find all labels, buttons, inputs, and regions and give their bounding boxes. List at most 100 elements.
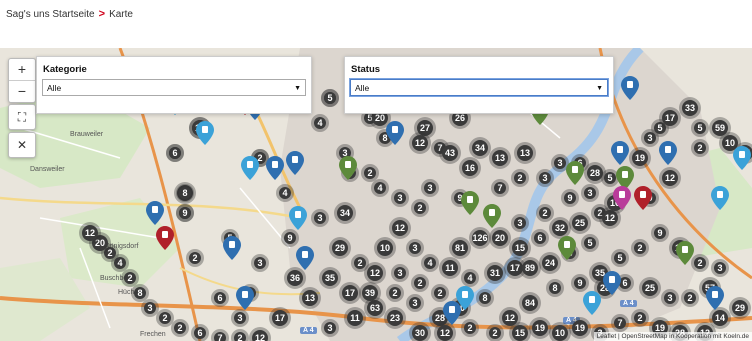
marker-cluster[interactable]: 15 (509, 237, 531, 259)
marker-cluster[interactable]: 17 (659, 107, 681, 129)
location-pin-icon[interactable] (676, 241, 694, 265)
location-pin-icon[interactable] (146, 201, 164, 225)
marker-cluster[interactable]: 3 (311, 209, 329, 227)
marker-cluster[interactable]: 2 (431, 284, 449, 302)
marker-cluster[interactable]: 12 (364, 262, 386, 284)
marker-cluster[interactable]: 6 (191, 324, 209, 341)
marker-cluster[interactable]: 10 (549, 322, 571, 341)
marker-cluster[interactable]: 126 (469, 227, 491, 249)
marker-cluster[interactable]: 8 (176, 184, 194, 202)
marker-cluster[interactable]: 3 (141, 299, 159, 317)
marker-cluster[interactable]: 29 (729, 297, 751, 319)
marker-cluster[interactable]: 3 (511, 214, 529, 232)
marker-cluster[interactable]: 39 (359, 282, 381, 304)
location-pin-icon[interactable] (286, 151, 304, 175)
map-attribution[interactable]: Leaflet | OpenStreetMap in Kooperation m… (593, 332, 752, 341)
marker-cluster[interactable]: 13 (489, 147, 511, 169)
marker-cluster[interactable]: 9 (281, 229, 299, 247)
marker-cluster[interactable]: 2 (631, 239, 649, 257)
marker-cluster[interactable]: 6 (211, 289, 229, 307)
marker-cluster[interactable]: 5 (611, 249, 629, 267)
marker-cluster[interactable]: 12 (659, 167, 681, 189)
marker-cluster[interactable]: 29 (329, 237, 351, 259)
marker-cluster[interactable]: 2 (681, 289, 699, 307)
marker-cluster[interactable]: 2 (486, 324, 504, 341)
location-pin-icon[interactable] (621, 76, 639, 100)
marker-cluster[interactable]: 43 (439, 142, 461, 164)
marker-cluster[interactable]: 9 (561, 189, 579, 207)
marker-cluster[interactable]: 6 (166, 144, 184, 162)
marker-cluster[interactable]: 9 (176, 204, 194, 222)
marker-cluster[interactable]: 2 (231, 329, 249, 341)
marker-cluster[interactable]: 19 (569, 317, 591, 339)
marker-cluster[interactable]: 2 (156, 309, 174, 327)
zoom-out-button[interactable]: − (9, 81, 35, 102)
marker-cluster[interactable]: 11 (344, 307, 366, 329)
marker-cluster[interactable]: 35 (319, 267, 341, 289)
marker-cluster[interactable]: 3 (321, 319, 339, 337)
close-button[interactable]: ✕ (8, 132, 36, 158)
marker-cluster[interactable]: 3 (251, 254, 269, 272)
marker-cluster[interactable]: 9 (651, 224, 669, 242)
marker-cluster[interactable]: 15 (509, 322, 531, 341)
marker-cluster[interactable]: 33 (679, 97, 701, 119)
marker-cluster[interactable]: 7 (211, 329, 229, 341)
marker-cluster[interactable]: 2 (461, 319, 479, 337)
location-pin-icon[interactable] (566, 161, 584, 185)
status-select[interactable]: Alle ▼ (350, 79, 608, 96)
location-pin-icon[interactable] (236, 286, 254, 310)
marker-cluster[interactable]: 3 (391, 189, 409, 207)
marker-cluster[interactable]: 2 (121, 269, 139, 287)
location-pin-icon[interactable] (339, 156, 357, 180)
marker-cluster[interactable]: 12 (79, 222, 101, 244)
location-pin-icon[interactable] (706, 286, 724, 310)
marker-cluster[interactable]: 5 (581, 234, 599, 252)
location-pin-icon[interactable] (711, 186, 729, 210)
fullscreen-button[interactable]: ⛶ (8, 104, 36, 130)
marker-cluster[interactable]: 3 (421, 179, 439, 197)
breadcrumb-home-link[interactable]: Sag's uns Startseite (6, 9, 95, 20)
location-pin-icon[interactable] (196, 121, 214, 145)
marker-cluster[interactable]: 2 (171, 319, 189, 337)
marker-cluster[interactable]: 2 (411, 274, 429, 292)
marker-cluster[interactable]: 2 (386, 284, 404, 302)
location-pin-icon[interactable] (634, 186, 652, 210)
map-view[interactable]: Brauweiler Dansweiler Königsdorf Buschbe… (0, 48, 752, 341)
location-pin-icon[interactable] (613, 186, 631, 210)
marker-cluster[interactable]: 13 (299, 287, 321, 309)
marker-cluster[interactable]: 14 (709, 307, 731, 329)
marker-cluster[interactable]: 2 (631, 309, 649, 327)
marker-cluster[interactable]: 84 (519, 292, 541, 314)
marker-cluster[interactable]: 4 (276, 184, 294, 202)
marker-cluster[interactable]: 9 (571, 274, 589, 292)
marker-cluster[interactable]: 3 (536, 169, 554, 187)
marker-cluster[interactable]: 12 (389, 217, 411, 239)
marker-cluster[interactable]: 3 (711, 259, 729, 277)
marker-cluster[interactable]: 10 (374, 237, 396, 259)
location-pin-icon[interactable] (266, 156, 284, 180)
zoom-in-button[interactable]: + (9, 59, 35, 81)
marker-cluster[interactable]: 19 (529, 317, 551, 339)
location-pin-icon[interactable] (386, 121, 404, 145)
marker-cluster[interactable]: 6 (531, 229, 549, 247)
marker-cluster[interactable]: 2 (411, 199, 429, 217)
marker-cluster[interactable]: 23 (384, 307, 406, 329)
marker-cluster[interactable]: 13 (514, 142, 536, 164)
marker-cluster[interactable]: 25 (569, 212, 591, 234)
marker-cluster[interactable]: 4 (311, 114, 329, 132)
location-pin-icon[interactable] (296, 246, 314, 270)
marker-cluster[interactable]: 7 (491, 179, 509, 197)
marker-cluster[interactable]: 2 (511, 169, 529, 187)
marker-cluster[interactable]: 30 (409, 322, 431, 341)
marker-cluster[interactable]: 3 (406, 239, 424, 257)
location-pin-icon[interactable] (733, 146, 751, 170)
marker-cluster[interactable]: 89 (519, 257, 541, 279)
marker-cluster[interactable]: 12 (409, 132, 431, 154)
marker-cluster[interactable]: 5 (321, 89, 339, 107)
location-pin-icon[interactable] (289, 206, 307, 230)
marker-cluster[interactable]: 31 (484, 262, 506, 284)
marker-cluster[interactable]: 2 (691, 139, 709, 157)
marker-cluster[interactable]: 20 (489, 227, 511, 249)
marker-cluster[interactable]: 3 (661, 289, 679, 307)
location-pin-icon[interactable] (483, 204, 501, 228)
